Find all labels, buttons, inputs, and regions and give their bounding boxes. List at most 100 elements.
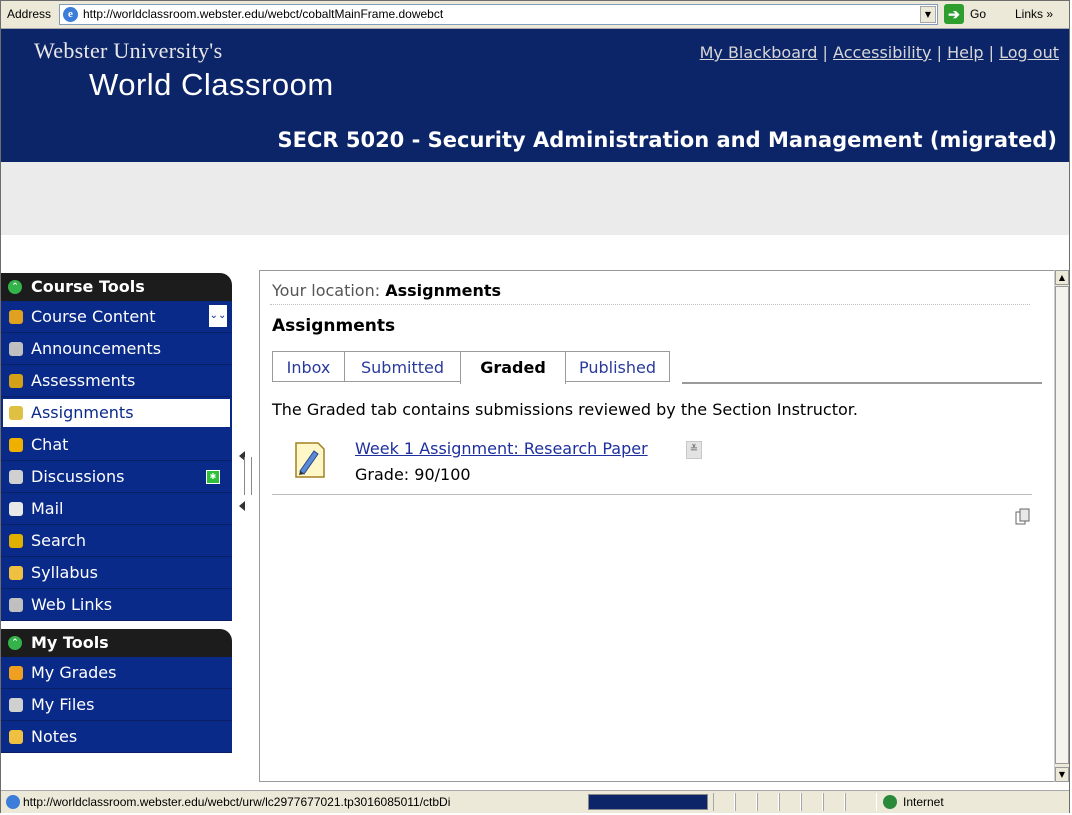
sidebar-item-label: Chat [31, 435, 69, 454]
go-button[interactable]: ➔ Go [944, 4, 1004, 25]
site-header: Webster University's World Classroom My … [1, 29, 1069, 162]
sidebar-item-mail[interactable]: Mail [1, 493, 232, 525]
assignment-link[interactable]: Week 1 Assignment: Research Paper [355, 439, 648, 458]
sidebar-item-label: Discussions [31, 467, 125, 486]
status-cell [713, 793, 735, 811]
envelope-icon [9, 502, 23, 516]
grades-icon [9, 666, 23, 680]
location-label: Your location: [272, 281, 381, 300]
status-cell [823, 793, 845, 811]
page-title: Assignments [272, 316, 396, 336]
sidebar-item-assessments[interactable]: Assessments [1, 365, 232, 397]
accessibility-link[interactable]: Accessibility [833, 43, 931, 62]
breadcrumb: Your location: Assignments [272, 281, 501, 300]
action-menu-icon[interactable]: ≚ [686, 441, 702, 459]
sidebar-item-chat[interactable]: Chat [1, 429, 232, 461]
splitter-grip[interactable] [244, 457, 252, 495]
assignment-icon [9, 406, 23, 420]
logout-link[interactable]: Log out [999, 43, 1059, 62]
go-arrow-icon: ➔ [944, 4, 964, 24]
sidebar-item-label: Search [31, 531, 86, 550]
sidebar-item-label: Notes [31, 727, 78, 746]
url-input[interactable]: e http://worldclassroom.webster.edu/webc… [59, 4, 938, 25]
grade-value: Grade: 90/100 [355, 465, 471, 484]
go-label: Go [970, 7, 987, 21]
collapse-circle-icon: ⌃ [8, 280, 22, 294]
status-url: http://worldclassroom.webster.edu/webct/… [23, 795, 451, 809]
sidebar-item-my-files[interactable]: My Files [1, 689, 232, 721]
scroll-down-icon[interactable]: ▼ [1055, 767, 1069, 782]
scroll-up-icon[interactable]: ▲ [1055, 270, 1069, 285]
status-cell [801, 793, 823, 811]
sidebar-item-web-links[interactable]: Web Links [1, 589, 232, 621]
tab-inbox[interactable]: Inbox [272, 351, 345, 382]
sidebar-item-label: Course Content [31, 307, 156, 326]
status-cell [735, 793, 757, 811]
sidebar-item-label: Assessments [31, 371, 136, 390]
sidebar: ⌃ Course Tools Course Content ⌄⌄ Announc… [1, 273, 232, 753]
status-cell [757, 793, 779, 811]
separator: | [936, 43, 942, 62]
address-label: Address [7, 7, 52, 21]
assessment-icon [9, 374, 23, 388]
chevron-down-icon[interactable]: ⌄⌄ [209, 305, 227, 327]
magnifier-icon [9, 534, 23, 548]
sidebar-item-syllabus[interactable]: Syllabus [1, 557, 232, 589]
tab-description: The Graded tab contains submissions revi… [272, 400, 858, 419]
sidebar-item-label: My Files [31, 695, 95, 714]
sidebar-item-label: Syllabus [31, 563, 98, 582]
sidebar-item-search[interactable]: Search [1, 525, 232, 557]
my-tools-header[interactable]: ⌃ My Tools [1, 629, 232, 657]
sidebar-item-announcements[interactable]: Announcements [1, 333, 232, 365]
globe-icon [883, 795, 897, 809]
collapse-circle-icon: ⌃ [8, 636, 22, 650]
spacer [1, 235, 1069, 267]
tab-bar: Inbox Submitted Graded Published [272, 351, 1042, 384]
url-text[interactable]: http://worldclassroom.webster.edu/webct/… [83, 7, 443, 21]
status-cell [845, 793, 877, 811]
sidebar-item-label: Web Links [31, 595, 113, 614]
my-tools-title: My Tools [31, 633, 109, 652]
vertical-scrollbar[interactable]: ▲ ▼ [1054, 270, 1069, 782]
chevron-down-icon[interactable]: ▼ [920, 6, 936, 23]
brand-line-1: Webster University's [34, 38, 223, 63]
sidebar-item-notes[interactable]: Notes [1, 721, 232, 753]
new-posts-icon: ✱ [206, 470, 220, 484]
status-bar: http://worldclassroom.webster.edu/webct/… [1, 790, 1069, 813]
tab-graded[interactable]: Graded [460, 351, 566, 384]
brand-line-2: World Classroom [89, 67, 334, 102]
top-links: My Blackboard | Accessibility | Help | L… [700, 43, 1059, 62]
files-icon [9, 698, 23, 712]
sidebar-item-course-content[interactable]: Course Content ⌄⌄ [1, 301, 232, 333]
collapse-left-icon[interactable] [239, 501, 245, 511]
separator: | [822, 43, 828, 62]
sidebar-item-discussions[interactable]: Discussions ✱ [1, 461, 232, 493]
help-link[interactable]: Help [947, 43, 983, 62]
security-zone: Internet [903, 795, 944, 809]
copy-icon[interactable] [1014, 508, 1032, 526]
course-tools-header[interactable]: ⌃ Course Tools [1, 273, 232, 301]
sidebar-item-my-grades[interactable]: My Grades [1, 657, 232, 689]
home-icon [9, 310, 23, 324]
tab-submitted[interactable]: Submitted [344, 351, 461, 382]
tab-underline [682, 382, 1042, 384]
divider [272, 494, 1032, 495]
sidebar-item-label: My Grades [31, 663, 117, 682]
notes-icon [9, 730, 23, 744]
section-gap [1, 621, 232, 629]
location-value: Assignments [385, 281, 502, 300]
sidebar-item-label: Mail [31, 499, 64, 518]
links-button[interactable]: Links » [1015, 7, 1053, 21]
ie-page-icon: e [63, 7, 78, 22]
course-title: SECR 5020 - Security Administration and … [277, 128, 1057, 152]
assignment-icon [295, 442, 325, 478]
scroll-thumb[interactable] [1055, 286, 1069, 764]
tab-published[interactable]: Published [565, 351, 670, 382]
syllabus-icon [9, 566, 23, 580]
my-blackboard-link[interactable]: My Blackboard [700, 43, 818, 62]
divider [270, 304, 1030, 305]
separator: | [988, 43, 995, 62]
address-bar: Address e http://worldclassroom.webster.… [1, 1, 1069, 29]
sidebar-splitter[interactable] [236, 445, 252, 513]
sidebar-item-assignments[interactable]: Assignments [1, 397, 232, 429]
